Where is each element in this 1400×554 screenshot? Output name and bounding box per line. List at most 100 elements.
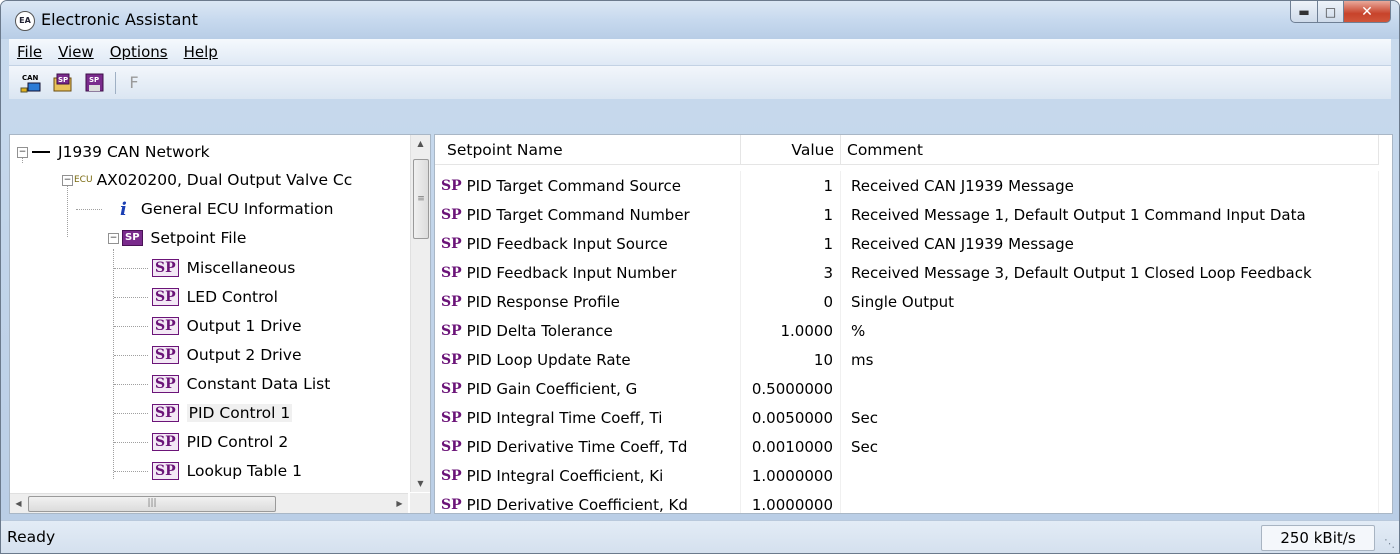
setpoint-name-cell: SP PID Delta Tolerance: [435, 316, 741, 345]
tree-item-output1-drive[interactable]: SP Output 1 Drive: [114, 313, 302, 339]
tree-item-lookup-table-1[interactable]: SP Lookup Table 1: [114, 458, 302, 484]
setpoint-value[interactable]: 1: [741, 200, 841, 229]
open-setpoint-icon: SP: [53, 73, 72, 91]
scroll-thumb[interactable]: |||: [28, 496, 276, 512]
setpoint-value[interactable]: 0.0010000: [741, 432, 841, 461]
tree-line: [114, 412, 148, 414]
tree-item-led-control[interactable]: SP LED Control: [114, 284, 278, 310]
setpoint-value[interactable]: 1: [741, 229, 841, 258]
svg-text:CAN: CAN: [22, 74, 39, 82]
table-row[interactable]: SP PID Feedback Input Source 1 Received C…: [435, 229, 1385, 258]
table-row[interactable]: SP PID Gain Coefficient, G 0.5000000: [435, 374, 1385, 403]
table-row[interactable]: SP PID Derivative Time Coeff, Td 0.001000…: [435, 432, 1385, 461]
tree-node-network[interactable]: − J1939 CAN Network: [10, 139, 210, 165]
setpoint-name: PID Integral Coefficient, Ki: [466, 466, 664, 485]
minimize-button[interactable]: ▬: [1290, 1, 1318, 23]
menu-options[interactable]: Options: [102, 43, 176, 61]
setpoint-value[interactable]: 1.0000000: [741, 461, 841, 490]
flash-button[interactable]: F: [122, 71, 146, 95]
tree-node-label: PID Control 2: [186, 433, 289, 451]
setpoint-comment: Single Output: [841, 287, 1379, 316]
tree-node-label: AX020200, Dual Output Valve Cc: [96, 171, 353, 189]
title-bar[interactable]: EA Electronic Assistant ▬ □ ✕: [1, 1, 1399, 39]
grid-header: Setpoint Name Value Comment: [435, 135, 1392, 165]
tree-item-miscellaneous[interactable]: SP Miscellaneous: [114, 255, 295, 281]
svg-text:SP: SP: [58, 76, 68, 84]
toolbar: CAN SP SP F: [9, 65, 1391, 99]
scroll-right-icon[interactable]: ▶: [391, 494, 408, 513]
table-row[interactable]: SP PID Derivative Coefficient, Kd 1.00000…: [435, 490, 1385, 513]
collapse-icon[interactable]: −: [108, 233, 119, 244]
setpoint-icon: SP: [441, 438, 462, 455]
menu-view[interactable]: View: [50, 43, 102, 61]
tree-node-ecu[interactable]: − ECU AX020200, Dual Output Valve Cc: [10, 167, 352, 193]
setpoint-value[interactable]: 1.0000000: [741, 490, 841, 513]
collapse-icon[interactable]: −: [62, 175, 73, 186]
setpoint-icon: SP: [152, 346, 179, 364]
table-row[interactable]: SP PID Integral Time Coeff, Ti 0.0050000 …: [435, 403, 1385, 432]
setpoint-icon: SP: [152, 288, 179, 306]
menu-help[interactable]: Help: [176, 43, 226, 61]
setpoint-name: PID Derivative Time Coeff, Td: [466, 437, 688, 456]
tree-node-setpoint-file[interactable]: − SP Setpoint File: [10, 225, 246, 251]
setpoint-value[interactable]: 3: [741, 258, 841, 287]
setpoint-icon: SP: [152, 433, 179, 451]
tree-item-output2-drive[interactable]: SP Output 2 Drive: [114, 342, 302, 368]
open-setpoint-button[interactable]: SP: [51, 71, 75, 95]
table-row[interactable]: SP PID Target Command Number 1 Received M…: [435, 200, 1385, 229]
setpoint-value[interactable]: 1: [741, 171, 841, 200]
setpoint-value[interactable]: 10: [741, 345, 841, 374]
table-row[interactable]: SP PID Delta Tolerance 1.0000 %: [435, 316, 1385, 345]
scroll-corner: [410, 493, 430, 513]
setpoint-value[interactable]: 0: [741, 287, 841, 316]
table-row[interactable]: SP PID Response Profile 0 Single Output: [435, 287, 1385, 316]
table-row[interactable]: SP PID Loop Update Rate 10 ms: [435, 345, 1385, 374]
status-bar: Ready 250 kBit/s ⋱: [1, 520, 1399, 553]
tree-item-pid-control-1[interactable]: SP PID Control 1: [114, 400, 293, 426]
setpoint-name: PID Feedback Input Number: [466, 263, 677, 282]
setpoint-icon: SP: [441, 206, 462, 223]
tree-item-constant-data-list[interactable]: SP Constant Data List: [114, 371, 330, 397]
setpoint-value[interactable]: 0.0050000: [741, 403, 841, 432]
scroll-left-icon[interactable]: ◀: [10, 494, 27, 513]
tree-node-general-info[interactable]: i General ECU Information: [10, 196, 333, 222]
setpoint-icon: SP: [441, 351, 462, 368]
menu-file[interactable]: File: [9, 43, 50, 61]
app-icon: EA: [15, 11, 35, 31]
scroll-up-icon[interactable]: ▲: [411, 135, 430, 152]
setpoint-name-cell: SP PID Derivative Coefficient, Kd: [435, 490, 741, 513]
tree-node-label: PID Control 1: [186, 404, 293, 422]
app-window: EA Electronic Assistant ▬ □ ✕ File View …: [0, 0, 1400, 554]
setpoint-icon: SP: [441, 177, 462, 194]
scroll-down-icon[interactable]: ▼: [411, 475, 430, 492]
setpoint-name-cell: SP PID Loop Update Rate: [435, 345, 741, 374]
setpoint-icon: SP: [441, 496, 462, 513]
maximize-button[interactable]: □: [1318, 1, 1344, 23]
setpoint-icon: SP: [152, 462, 179, 480]
setpoint-grid: Setpoint Name Value Comment SP PID Target…: [434, 134, 1393, 514]
tree-item-pid-control-2[interactable]: SP PID Control 2: [114, 429, 288, 455]
setpoint-name: PID Response Profile: [466, 292, 620, 311]
setpoint-file-icon: SP: [122, 230, 143, 246]
table-row[interactable]: SP PID Target Command Source 1 Received C…: [435, 171, 1385, 200]
column-header-value[interactable]: Value: [741, 135, 841, 165]
column-header-setpoint-name[interactable]: Setpoint Name: [435, 135, 741, 165]
save-setpoint-icon: SP: [85, 73, 104, 91]
collapse-icon[interactable]: −: [17, 147, 28, 158]
tree-horizontal-scrollbar[interactable]: ◀ ||| ▶: [10, 493, 408, 513]
resize-grip-icon[interactable]: ⋱: [1384, 537, 1395, 550]
table-row[interactable]: SP PID Feedback Input Number 3 Received M…: [435, 258, 1385, 287]
can-connect-button[interactable]: CAN: [19, 71, 43, 95]
column-header-comment[interactable]: Comment: [841, 135, 1379, 165]
close-button[interactable]: ✕: [1344, 1, 1391, 23]
setpoint-name: PID Loop Update Rate: [466, 350, 631, 369]
setpoint-name: PID Integral Time Coeff, Ti: [466, 408, 663, 427]
setpoint-value[interactable]: 1.0000: [741, 316, 841, 345]
tree-vertical-scrollbar[interactable]: ▲ ≡ ▼: [410, 135, 430, 492]
setpoint-value[interactable]: 0.5000000: [741, 374, 841, 403]
table-row[interactable]: SP PID Integral Coefficient, Ki 1.0000000: [435, 461, 1385, 490]
save-setpoint-button[interactable]: SP: [83, 71, 107, 95]
tree-node-label: General ECU Information: [140, 200, 334, 218]
bitrate-indicator: 250 kBit/s: [1261, 525, 1375, 551]
scroll-thumb[interactable]: ≡: [413, 159, 429, 239]
